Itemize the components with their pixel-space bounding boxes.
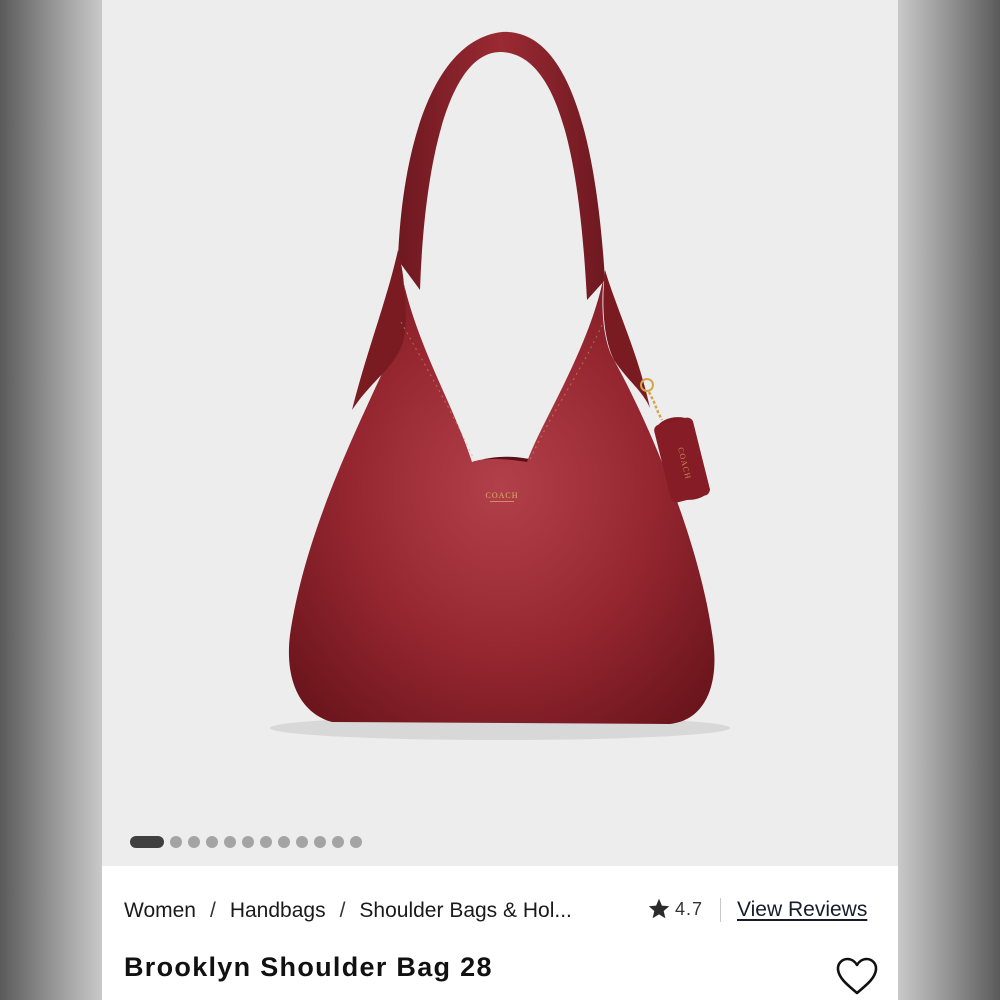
carousel-dots[interactable] (130, 836, 362, 848)
breadcrumb-item-women[interactable]: Women (124, 899, 196, 923)
carousel-dot[interactable] (224, 836, 236, 848)
bag-strap (398, 31, 605, 300)
carousel-dot[interactable] (278, 836, 290, 848)
bag-body (288, 250, 715, 724)
carousel-dot[interactable] (188, 836, 200, 848)
carousel-dot[interactable] (260, 836, 272, 848)
carousel-dot[interactable] (130, 836, 164, 848)
brand-stamp: COACH (485, 491, 518, 500)
rating-value: 4.7 (675, 898, 704, 919)
breadcrumb-item-handbags[interactable]: Handbags (230, 899, 326, 923)
carousel-dot[interactable] (332, 836, 344, 848)
breadcrumb-separator: / (339, 899, 346, 922)
product-image-gallery[interactable]: COACH COACH (102, 0, 898, 866)
heart-icon[interactable] (835, 956, 879, 996)
carousel-dot[interactable] (242, 836, 254, 848)
product-page: COACH COACH Women / Handbags / Shoulder … (102, 0, 898, 1000)
product-info: Women / Handbags / Shoulder Bags & Hol..… (102, 866, 898, 1000)
breadcrumb-item-shoulder-bags[interactable]: Shoulder Bags & Hol... (359, 899, 571, 923)
carousel-dot[interactable] (170, 836, 182, 848)
breadcrumb: Women / Handbags / Shoulder Bags & Hol..… (124, 899, 572, 923)
view-reviews-link[interactable]: View Reviews (737, 898, 867, 922)
breadcrumb-separator: / (209, 899, 216, 922)
rating: 4.7 (647, 897, 703, 921)
divider (720, 898, 721, 922)
carousel-dot[interactable] (314, 836, 326, 848)
product-image: COACH COACH (270, 31, 730, 740)
star-icon (648, 898, 670, 919)
carousel-dot[interactable] (206, 836, 218, 848)
product-title: Brooklyn Shoulder Bag 28 (124, 952, 493, 982)
carousel-dot[interactable] (350, 836, 362, 848)
carousel-dot[interactable] (296, 836, 308, 848)
